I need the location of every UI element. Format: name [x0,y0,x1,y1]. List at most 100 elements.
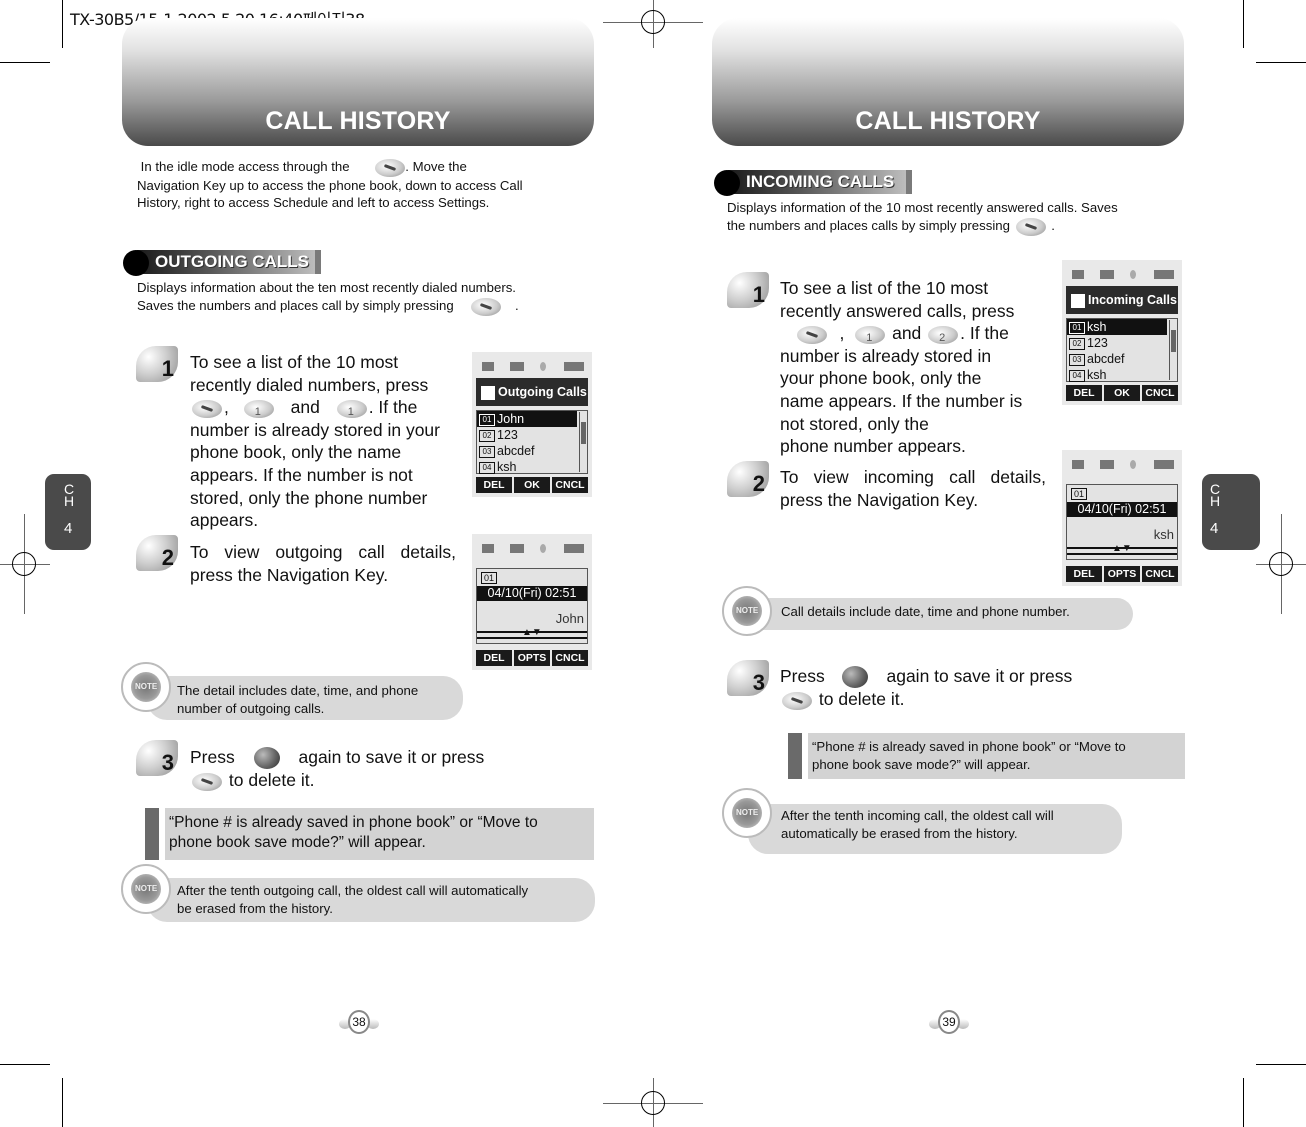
callout-box: “Phone # is already saved in phone book”… [145,808,594,860]
list-item[interactable]: 01 ksh [1067,319,1167,335]
send-key-icon [471,297,502,316]
scrollbar[interactable] [1169,320,1176,380]
bullet-icon [714,170,740,196]
crop-mark [1256,62,1306,63]
page-number: 39 [929,1010,969,1036]
step-2-text: To view incoming call details, press the… [780,467,1046,510]
status-bar [1066,264,1178,286]
softkey-opts[interactable]: OPTS [1104,566,1140,582]
softkey-ok[interactable]: OK [1104,385,1140,401]
screen-title: Outgoing Calls [476,378,588,406]
step-1-text: To see a list of the 10 most recently an… [780,277,1055,458]
call-datetime: 04/10(Fri) 02:51 [477,586,587,601]
registration-mark [1269,552,1293,576]
list-item[interactable]: 02 123 [477,427,577,443]
scrollbar[interactable] [579,412,586,472]
page-header: CALL HISTORY [712,18,1184,146]
list-item[interactable]: 04 ksh [1067,367,1167,383]
note-box: NOTE After the tenth outgoing call, the … [121,864,596,926]
softkey-bar: DEL OPTS CNCL [1066,566,1178,582]
chapter-tab: C H 4 [45,474,91,550]
note-icon: NOTE [121,864,171,914]
step-number-badge: 2 [727,461,769,497]
end-key-icon [192,772,222,791]
call-datetime: 04/10(Fri) 02:51 [1067,502,1177,517]
step-number-badge: 1 [136,346,178,382]
bullet-icon [123,250,149,276]
list-item[interactable]: 02 123 [1067,335,1167,351]
softkey-bar: DEL OK CNCL [476,477,588,493]
crop-mark [62,1078,63,1127]
softkey-ok[interactable]: OK [514,477,550,493]
callout-box: “Phone # is already saved in phone book”… [788,733,1185,779]
end-key-icon [192,399,222,418]
softkey-cncl[interactable]: CNCL [1142,566,1178,582]
step-2-text: To view outgoing call details, press the… [190,542,456,585]
crop-mark [0,62,50,63]
softkey-opts[interactable]: OPTS [514,650,550,666]
step-1-text: To see a list of the 10 most recently di… [190,351,462,532]
softkey-cncl[interactable]: CNCL [552,477,588,493]
step-number-badge: 3 [727,660,769,696]
call-list: 01 John 02 123 03 abcdef 04 ksh [476,410,588,474]
end-key-icon [782,691,812,710]
ok-key-icon [253,747,280,770]
softkey-del[interactable]: DEL [1066,385,1102,401]
alarm-icon [1130,460,1136,469]
call-icon [510,362,524,371]
list-item[interactable]: 04 ksh [477,459,577,475]
navigation-arrows-icon: ▲▼ [1112,543,1132,554]
call-icon [1100,270,1114,279]
chapter-tab: C H 4 [1202,474,1260,550]
crop-mark [1256,1064,1306,1065]
page-title: CALL HISTORY [265,107,451,135]
end-key-icon [375,158,406,177]
call-detail: 01 04/10(Fri) 02:51 John ▲▼ [476,568,588,644]
battery-icon [1154,270,1174,279]
list-item[interactable]: 03 abcdef [477,443,577,459]
incoming-calls-screen: Incoming Calls 01 ksh 02 123 03 abcdef 04 ks… [1062,260,1182,405]
step-number-badge: 2 [136,535,178,571]
send-key-icon [1015,217,1046,236]
note-box: NOTE Call details include date, time and… [722,586,1137,636]
page-header: CALL HISTORY [122,18,594,146]
step-3-text: Press again to save it or press to delet… [780,666,1073,710]
call-icon [510,544,524,553]
call-icon [1100,460,1114,469]
note-icon: NOTE [121,662,171,712]
note-icon: NOTE [722,788,772,838]
softkey-bar: DEL OK CNCL [1066,385,1178,401]
softkey-del[interactable]: DEL [1066,566,1102,582]
outgoing-calls-screen: Outgoing Calls 01 John 02 123 03 abcdef 04 k… [472,352,592,497]
signal-icon [482,362,494,371]
list-item[interactable]: 03 abcdef [1067,351,1167,367]
page-number: 38 [339,1010,379,1036]
incoming-detail-screen: 01 04/10(Fri) 02:51 ksh ▲▼ DEL OPTS CNCL [1062,450,1182,586]
alarm-icon [540,544,546,553]
softkey-del[interactable]: DEL [476,650,512,666]
battery-icon [1154,460,1174,469]
signal-icon [1072,460,1084,469]
registration-mark [641,10,665,34]
signal-icon [1072,270,1084,279]
softkey-del[interactable]: DEL [476,477,512,493]
status-bar [1066,454,1178,476]
signal-icon [482,544,494,553]
list-item[interactable]: 01 John [477,411,577,427]
key-1-icon [243,399,274,423]
crop-mark [1243,1078,1244,1127]
softkey-cncl[interactable]: CNCL [552,650,588,666]
end-key-icon [796,325,827,344]
crop-mark [62,0,63,48]
ok-key-icon [841,666,868,689]
key-2-icon [928,325,959,349]
section-heading-outgoing: OUTGOING CALLS [123,250,323,276]
caller-name: John [555,611,584,626]
status-bar [476,538,588,560]
step-3-text: Press again to save it or press to delet… [190,747,485,791]
alarm-icon [1130,270,1136,279]
crop-mark [1243,0,1244,48]
softkey-cncl[interactable]: CNCL [1142,385,1178,401]
call-detail: 01 04/10(Fri) 02:51 ksh ▲▼ [1066,484,1178,560]
step-number-badge: 1 [727,272,769,308]
